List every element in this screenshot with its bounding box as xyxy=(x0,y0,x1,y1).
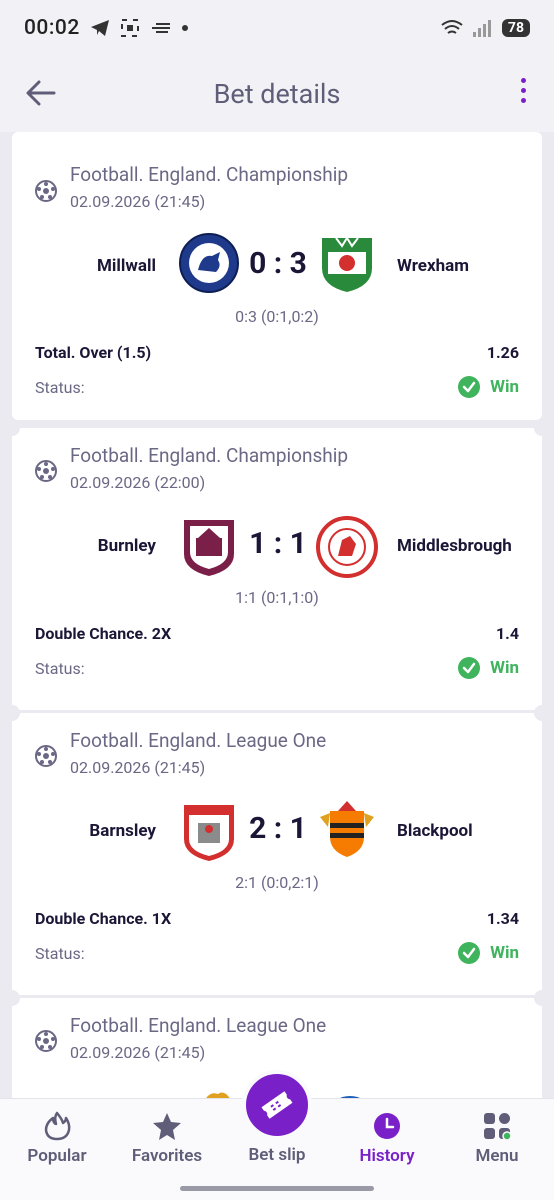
telegram-icon xyxy=(90,20,109,36)
bet-market: Double Chance. 1X xyxy=(35,909,172,928)
away-team: Blackpool xyxy=(397,821,473,841)
nav-popular[interactable]: Popular xyxy=(2,1099,112,1200)
check-circle-icon xyxy=(458,376,481,398)
nav-menu-label: Menu xyxy=(475,1146,519,1166)
league-name: Football. England. Championship xyxy=(70,163,349,186)
middlesbrough-crest-icon xyxy=(316,516,378,578)
signal-icon xyxy=(472,20,491,37)
team-crest-icon xyxy=(340,1096,360,1098)
score-detail: 0:3 (0:1,0:2) xyxy=(235,307,319,326)
dot-icon xyxy=(181,25,188,31)
status-label: Status: xyxy=(35,659,85,678)
status-value: Win xyxy=(490,658,519,678)
check-circle-icon xyxy=(458,657,481,679)
status-badge: Win xyxy=(458,657,519,679)
bet-card: Football. England. Championship 02.09.20… xyxy=(12,132,542,420)
bet-market: Total. Over (1.5) xyxy=(35,343,152,362)
status-label: Status: xyxy=(35,378,85,397)
app-header: Bet details xyxy=(0,56,554,132)
nav-favorites[interactable]: Favorites xyxy=(112,1099,222,1200)
league-name: Football. England. League One xyxy=(70,729,327,752)
football-icon xyxy=(35,460,57,482)
clock-icon xyxy=(374,1113,400,1139)
battery-indicator: 78 xyxy=(501,19,530,37)
blackpool-crest-icon xyxy=(320,801,374,857)
status-badge: Win xyxy=(458,376,519,398)
flame-icon xyxy=(44,1111,71,1141)
match-score: 2 : 1 xyxy=(249,811,307,846)
match-datetime: 02.09.2026 (21:45) xyxy=(70,192,206,211)
league-name: Football. England. League One xyxy=(70,1014,327,1037)
page-title: Bet details xyxy=(213,78,341,110)
data-saver-icon xyxy=(151,23,170,33)
barnsley-crest-icon xyxy=(184,805,234,861)
score-detail: 2:1 (0:0,2:1) xyxy=(235,873,319,892)
status-badge: Win xyxy=(458,942,519,964)
home-team: Millwall xyxy=(97,256,156,276)
more-options-icon[interactable] xyxy=(521,78,526,103)
burnley-crest-icon xyxy=(184,520,234,576)
bet-list[interactable]: Football. England. Championship 02.09.20… xyxy=(0,132,554,1098)
nav-popular-label: Popular xyxy=(27,1146,87,1166)
status-time: 00:02 xyxy=(24,16,80,40)
millwall-crest-icon xyxy=(179,233,239,293)
ticket-icon xyxy=(261,1091,293,1119)
away-team: Wrexham xyxy=(397,256,469,276)
screenshot-icon xyxy=(120,19,139,37)
football-icon xyxy=(35,1030,57,1052)
bet-slip-button[interactable] xyxy=(242,1070,312,1140)
check-circle-icon xyxy=(458,942,481,964)
nav-betslip-label: Bet slip xyxy=(248,1145,306,1165)
match-score: 0 : 3 xyxy=(249,246,307,281)
nav-favorites-label: Favorites xyxy=(131,1146,203,1166)
football-icon xyxy=(35,745,57,767)
match-datetime: 02.09.2026 (21:45) xyxy=(70,758,206,777)
team-crest-icon xyxy=(206,1092,230,1098)
wifi-icon xyxy=(441,20,463,34)
bet-odds: 1.4 xyxy=(496,624,519,643)
status-bar: 00:02 78 xyxy=(0,0,554,56)
match-datetime: 02.09.2026 (21:45) xyxy=(70,1043,206,1062)
bet-market: Double Chance. 2X xyxy=(35,624,172,643)
match-datetime: 02.09.2026 (22:00) xyxy=(70,473,206,492)
grid-menu-icon xyxy=(484,1113,512,1141)
home-team: Burnley xyxy=(97,536,156,556)
status-label: Status: xyxy=(35,944,85,963)
home-team: Barnsley xyxy=(89,821,156,841)
bet-odds: 1.34 xyxy=(486,909,519,928)
bet-card: Football. England. League One 02.09.2026… xyxy=(4,705,550,995)
football-icon xyxy=(35,180,57,202)
wrexham-crest-icon xyxy=(322,236,372,292)
nav-history[interactable]: History xyxy=(332,1099,442,1200)
status-value: Win xyxy=(490,943,519,963)
score-detail: 1:1 (0:1,1:0) xyxy=(235,588,319,607)
back-arrow-icon[interactable] xyxy=(24,76,58,110)
notification-icons xyxy=(90,18,188,38)
away-team: Middlesbrough xyxy=(397,536,512,556)
bet-odds: 1.26 xyxy=(486,343,519,362)
star-icon xyxy=(153,1113,181,1140)
status-value: Win xyxy=(490,377,519,397)
nav-menu[interactable]: Menu xyxy=(442,1099,552,1200)
match-score: 1 : 1 xyxy=(249,526,307,561)
nav-history-label: History xyxy=(359,1146,415,1166)
bet-card: Football. England. Championship 02.09.20… xyxy=(4,420,550,710)
home-indicator[interactable] xyxy=(180,1186,374,1191)
league-name: Football. England. Championship xyxy=(70,444,349,467)
